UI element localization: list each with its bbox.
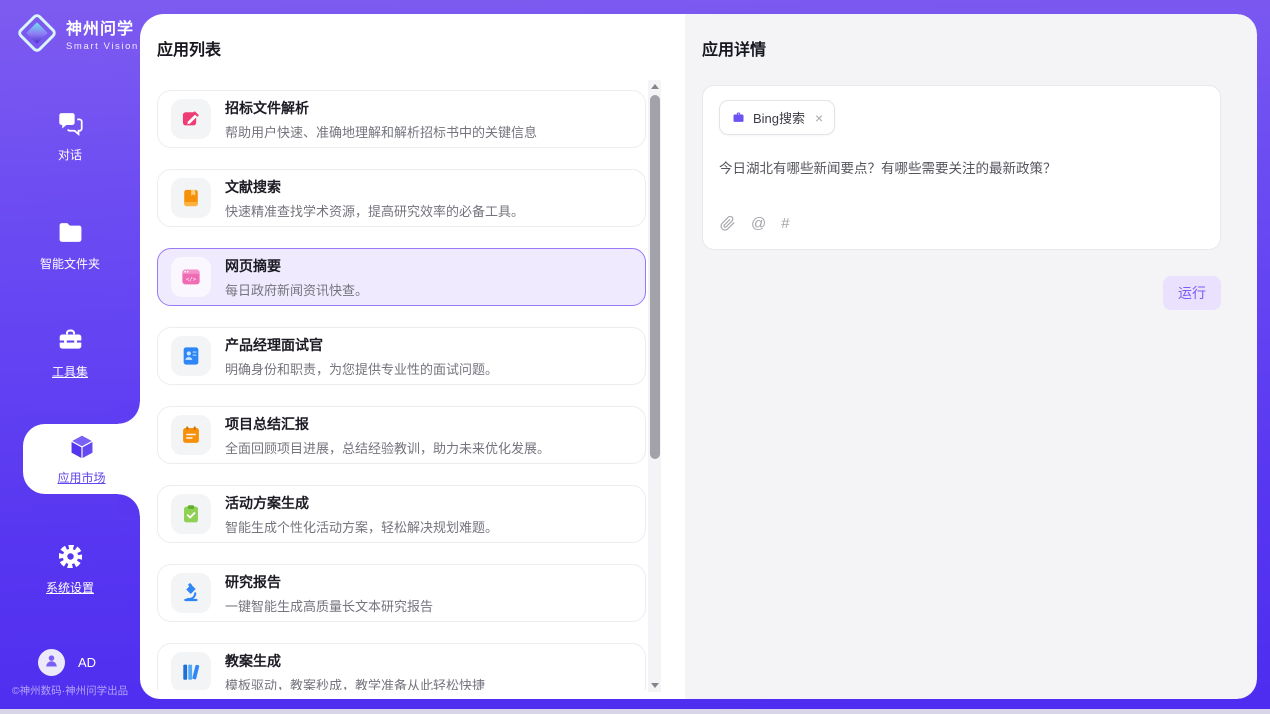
sidebar-item-chat[interactable]: 对话 xyxy=(0,110,140,163)
app-description: 每日政府新闻资讯快查。 xyxy=(225,280,368,299)
avatar xyxy=(38,649,65,676)
sidebar-item-label: 智能文件夹 xyxy=(0,255,140,272)
app-card-7[interactable]: 研究报告一键智能生成高质量长文本研究报告 xyxy=(157,564,646,622)
scrollbar-down-button[interactable] xyxy=(648,678,661,692)
app-name: 网页摘要 xyxy=(225,256,368,276)
remove-tool-icon[interactable]: × xyxy=(815,111,823,125)
user-avatar-icon xyxy=(43,652,60,674)
lesson-books-icon xyxy=(171,652,211,690)
app-card-4[interactable]: 产品经理面试官明确身份和职责，为您提供专业性的面试问题。 xyxy=(157,327,646,385)
scrollbar-thumb[interactable] xyxy=(650,95,660,459)
app-description: 模板驱动，教案秒成，教学准备从此轻松快捷 xyxy=(225,675,485,691)
app-name: 项目总结汇报 xyxy=(225,414,550,434)
project-calendar-icon xyxy=(171,415,211,455)
app-card-8[interactable]: 教案生成模板驱动，教案秒成，教学准备从此轻松快捷 xyxy=(157,643,646,690)
activity-clipboard-icon xyxy=(171,494,211,534)
app-card-1[interactable]: 招标文件解析帮助用户快速、准确地理解和解析招标书中的关键信息 xyxy=(157,90,646,148)
app-card-5[interactable]: 项目总结汇报全面回顾项目进展，总结经验教训，助力未来优化发展。 xyxy=(157,406,646,464)
cube-icon xyxy=(67,432,97,467)
svg-text:</>: </> xyxy=(186,277,197,283)
app-detail-title: 应用详情 xyxy=(702,36,1221,60)
prompt-text[interactable]: 今日湖北有哪些新闻要点？有哪些需要关注的最新政策？ xyxy=(719,157,1204,177)
chat-icon xyxy=(57,124,84,141)
app-name: 研究报告 xyxy=(225,572,433,592)
run-row: 运行 xyxy=(702,276,1221,310)
sidebar-item-toolset[interactable]: 工具集 xyxy=(0,327,140,380)
scrollbar-up-button[interactable] xyxy=(648,80,661,94)
bid-document-icon xyxy=(171,99,211,139)
app-name: 活动方案生成 xyxy=(225,493,498,513)
hash-icon[interactable]: # xyxy=(781,215,789,232)
app-detail-panel: 应用详情 Bing搜索 × 今日湖北有哪些新闻要点？有哪些需要关注的最新政策？ … xyxy=(685,14,1257,699)
app-description: 一键智能生成高质量长文本研究报告 xyxy=(225,596,433,615)
app-list-panel: 应用列表 招标文件解析帮助用户快速、准确地理解和解析招标书中的关键信息文献搜索快… xyxy=(140,14,685,699)
app-description: 快速精准查找学术资源，提高研究效率的必备工具。 xyxy=(225,201,524,220)
run-button[interactable]: 运行 xyxy=(1163,276,1221,310)
user-menu[interactable]: AD xyxy=(38,649,96,676)
user-initials: AD xyxy=(78,655,96,670)
webpage-code-icon: </> xyxy=(171,257,211,297)
app-card-6[interactable]: 活动方案生成智能生成个性化活动方案，轻松解决规划难题。 xyxy=(157,485,646,543)
toolbox-icon xyxy=(57,341,84,358)
app-description: 智能生成个性化活动方案，轻松解决规划难题。 xyxy=(225,517,498,536)
briefcase-icon xyxy=(731,110,746,125)
app-description: 明确身份和职责，为您提供专业性的面试问题。 xyxy=(225,359,498,378)
sidebar-item-app-market[interactable]: 应用市场 xyxy=(23,424,140,494)
sidebar-item-label: 工具集 xyxy=(0,363,140,380)
sidebar-item-label: 应用市场 xyxy=(57,469,105,486)
literature-book-icon xyxy=(171,178,211,218)
prompt-input[interactable]: Bing搜索 × 今日湖北有哪些新闻要点？有哪些需要关注的最新政策？ @# xyxy=(702,85,1221,250)
composer-toolbar: @# xyxy=(719,215,1204,235)
main-content: 应用列表 招标文件解析帮助用户快速、准确地理解和解析招标书中的关键信息文献搜索快… xyxy=(140,14,1257,699)
app-card-2[interactable]: 文献搜索快速精准查找学术资源，提高研究效率的必备工具。 xyxy=(157,169,646,227)
sidebar-item-label: 系统设置 xyxy=(0,579,140,596)
sidebar: 神州问学 Smart Vision 对话智能文件夹工具集应用市场系统设置 AD … xyxy=(0,0,140,714)
brand-name: 神州问学 xyxy=(66,15,139,39)
sidebar-item-settings[interactable]: 系统设置 xyxy=(0,543,140,596)
app-name: 文献搜索 xyxy=(225,177,524,197)
app-description: 帮助用户快速、准确地理解和解析招标书中的关键信息 xyxy=(225,122,537,141)
app-name: 招标文件解析 xyxy=(225,98,537,118)
sidebar-item-smart-folder[interactable]: 智能文件夹 xyxy=(0,219,140,272)
tool-tag[interactable]: Bing搜索 × xyxy=(719,100,835,135)
mention-icon[interactable]: @ xyxy=(751,215,766,232)
research-microscope-icon xyxy=(171,573,211,613)
brand-logo: 神州问学 Smart Vision xyxy=(16,12,139,54)
copyright-text: ©神州数码·神州问学出品 xyxy=(0,683,140,698)
app-name: 产品经理面试官 xyxy=(225,335,498,355)
tool-tag-label: Bing搜索 xyxy=(753,108,805,127)
brand-tagline: Smart Vision xyxy=(66,41,139,52)
paperclip-icon[interactable] xyxy=(719,215,736,232)
scrollbar[interactable] xyxy=(648,80,661,692)
interview-resume-icon xyxy=(171,336,211,376)
diamond-logo-icon xyxy=(16,12,58,54)
app-card-3[interactable]: </> 网页摘要每日政府新闻资讯快查。 xyxy=(157,248,646,306)
app-list: 招标文件解析帮助用户快速、准确地理解和解析招标书中的关键信息文献搜索快速精准查找… xyxy=(157,90,646,690)
gear-icon xyxy=(57,557,84,574)
app-list-title: 应用列表 xyxy=(157,36,685,60)
window-edge xyxy=(0,709,1270,714)
app-name: 教案生成 xyxy=(225,651,485,671)
sidebar-item-label: 对话 xyxy=(0,146,140,163)
folder-icon xyxy=(57,233,84,250)
app-description: 全面回顾项目进展，总结经验教训，助力未来优化发展。 xyxy=(225,438,550,457)
app-window: 神州问学 Smart Vision 对话智能文件夹工具集应用市场系统设置 AD … xyxy=(0,0,1270,714)
